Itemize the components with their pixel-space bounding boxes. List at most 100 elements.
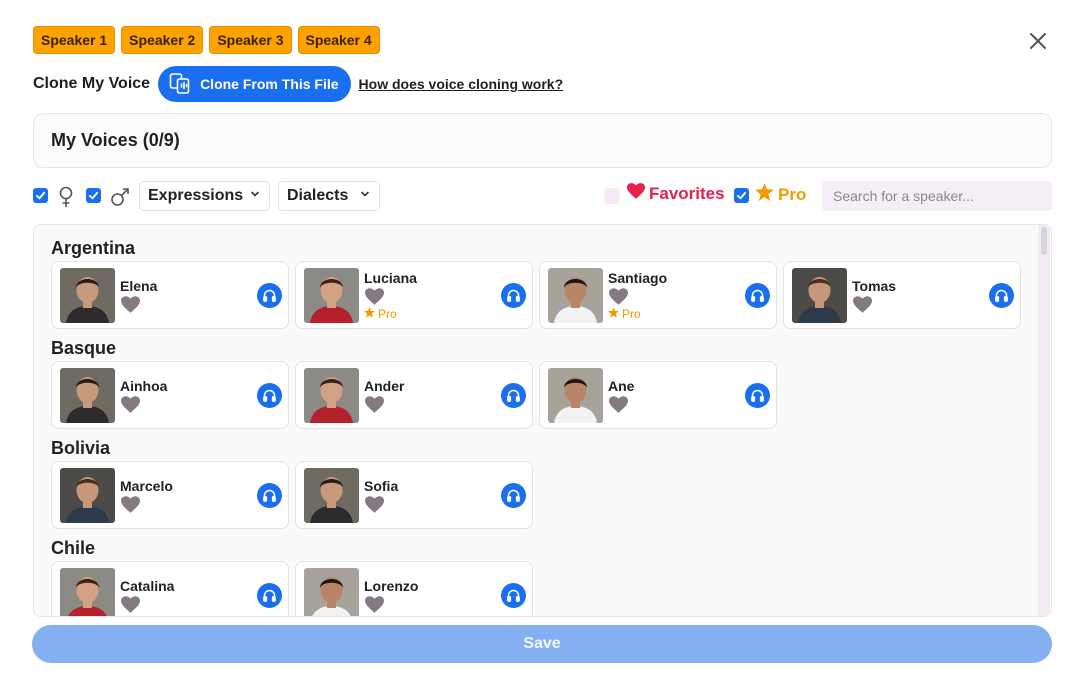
- group-cards: Ainhoa Ander Ane: [51, 361, 1038, 429]
- avatar: [60, 568, 115, 616]
- speaker-card[interactable]: Catalina: [51, 561, 289, 616]
- filter-row: Expressions Dialects Favorites Pro: [33, 181, 1052, 211]
- headphones-icon[interactable]: [501, 383, 526, 408]
- dialects-dropdown[interactable]: Dialects: [278, 181, 380, 211]
- avatar: [304, 568, 359, 616]
- headphones-icon[interactable]: [501, 283, 526, 308]
- male-icon: [110, 187, 130, 211]
- speaker-card[interactable]: Ander: [295, 361, 533, 429]
- favorite-heart-icon[interactable]: [609, 396, 628, 418]
- speaker-name: Elena: [120, 278, 158, 294]
- favorite-heart-icon[interactable]: [365, 596, 384, 616]
- close-icon[interactable]: [1026, 29, 1050, 53]
- avatar: [60, 468, 115, 523]
- headphones-icon[interactable]: [257, 283, 282, 308]
- favorite-heart-icon[interactable]: [121, 596, 140, 616]
- favorites-filter[interactable]: Favorites: [627, 183, 725, 204]
- speaker-name: Luciana: [364, 270, 417, 286]
- speaker-card[interactable]: Elena: [51, 261, 289, 329]
- avatar: [548, 368, 603, 423]
- favorite-heart-icon[interactable]: [121, 496, 140, 518]
- headphones-icon[interactable]: [501, 583, 526, 608]
- speaker-name: Ander: [364, 378, 405, 394]
- speaker-tabs: Speaker 1 Speaker 2 Speaker 3 Speaker 4: [33, 26, 380, 54]
- male-filter-checkbox[interactable]: [86, 188, 101, 203]
- favorite-heart-icon[interactable]: [365, 396, 384, 418]
- avatar: [304, 468, 359, 523]
- headphones-icon[interactable]: [745, 383, 770, 408]
- star-icon: [364, 307, 375, 321]
- voice-clone-icon: [168, 71, 192, 98]
- speaker-card[interactable]: Luciana Pro: [295, 261, 533, 329]
- headphones-icon[interactable]: [745, 283, 770, 308]
- speaker-name: Lorenzo: [364, 578, 419, 594]
- speaker-name: Catalina: [120, 578, 175, 594]
- pro-label: Pro: [778, 184, 807, 204]
- speaker-name: Santiago: [608, 270, 668, 286]
- speaker-tab-3[interactable]: Speaker 3: [209, 26, 292, 54]
- pro-badge-label: Pro: [378, 307, 397, 321]
- speaker-card[interactable]: Tomas: [783, 261, 1021, 329]
- speaker-card[interactable]: Sofia: [295, 461, 533, 529]
- clone-row: Clone My Voice Clone From This File How …: [33, 66, 563, 102]
- expressions-label: Expressions: [148, 187, 244, 204]
- avatar: [60, 368, 115, 423]
- speaker-card[interactable]: Santiago Pro: [539, 261, 777, 329]
- pro-filter-checkbox[interactable]: [734, 188, 749, 203]
- favorites-label: Favorites: [649, 183, 725, 203]
- speaker-name: Ane: [608, 378, 635, 394]
- pro-badge: Pro: [364, 307, 397, 321]
- avatar: [304, 368, 359, 423]
- group-cards: Elena Luciana Pro Santiago Pro Tomas: [51, 261, 1038, 329]
- pro-badge-label: Pro: [622, 307, 641, 321]
- voice-cloning-help-link[interactable]: How does voice cloning work?: [359, 76, 564, 92]
- group-title: Basque: [51, 338, 117, 358]
- speaker-list-scrollbar[interactable]: [1038, 225, 1050, 616]
- speaker-name: Tomas: [852, 278, 897, 294]
- headphones-icon[interactable]: [257, 483, 282, 508]
- speaker-tab-4[interactable]: Speaker 4: [297, 26, 380, 54]
- headphones-icon[interactable]: [501, 483, 526, 508]
- group-cards: Marcelo Sofia: [51, 461, 1038, 529]
- speaker-list[interactable]: Argentina Elena Luciana Pro Santiago Pro Tomas…: [33, 224, 1052, 617]
- speaker-tab-1[interactable]: Speaker 1: [33, 26, 116, 54]
- speaker-name: Ainhoa: [120, 378, 168, 394]
- chevron-down-icon: [359, 187, 371, 205]
- avatar: [304, 268, 359, 323]
- favorites-checkbox[interactable]: [604, 188, 620, 204]
- speaker-card[interactable]: Marcelo: [51, 461, 289, 529]
- speaker-name: Marcelo: [120, 478, 173, 494]
- speaker-search-input[interactable]: [822, 181, 1052, 211]
- avatar: [548, 268, 603, 323]
- favorite-heart-icon[interactable]: [121, 296, 140, 318]
- avatar: [60, 268, 115, 323]
- favorite-heart-icon[interactable]: [121, 396, 140, 418]
- group-title: Bolivia: [51, 438, 111, 458]
- speaker-card[interactable]: Ane: [539, 361, 777, 429]
- my-voices-section[interactable]: My Voices (0/9): [33, 113, 1052, 168]
- heart-icon: [627, 183, 645, 204]
- star-icon: [755, 183, 774, 206]
- speaker-card[interactable]: Ainhoa: [51, 361, 289, 429]
- scrollbar-thumb[interactable]: [1041, 227, 1047, 255]
- headphones-icon[interactable]: [257, 383, 282, 408]
- female-icon: [58, 186, 74, 212]
- headphones-icon[interactable]: [257, 583, 282, 608]
- speaker-list-content: Argentina Elena Luciana Pro Santiago Pro Tomas…: [34, 225, 1038, 616]
- female-filter-checkbox[interactable]: [33, 188, 48, 203]
- clone-from-file-button[interactable]: Clone From This File: [158, 66, 351, 102]
- favorite-heart-icon[interactable]: [365, 496, 384, 518]
- chevron-down-icon: [249, 187, 261, 205]
- speaker-card[interactable]: Lorenzo: [295, 561, 533, 616]
- headphones-icon[interactable]: [989, 283, 1014, 308]
- avatar: [792, 268, 847, 323]
- favorite-heart-icon[interactable]: [853, 296, 872, 318]
- pro-filter[interactable]: Pro: [755, 183, 806, 206]
- speaker-tab-2[interactable]: Speaker 2: [121, 26, 204, 54]
- group-cards: Catalina Lorenzo: [51, 561, 1038, 616]
- clone-my-voice-label: Clone My Voice: [33, 75, 151, 92]
- my-voices-title: My Voices (0/9): [51, 130, 180, 150]
- speaker-name: Sofia: [364, 478, 399, 494]
- expressions-dropdown[interactable]: Expressions: [139, 181, 270, 211]
- save-button[interactable]: Save: [32, 625, 1052, 663]
